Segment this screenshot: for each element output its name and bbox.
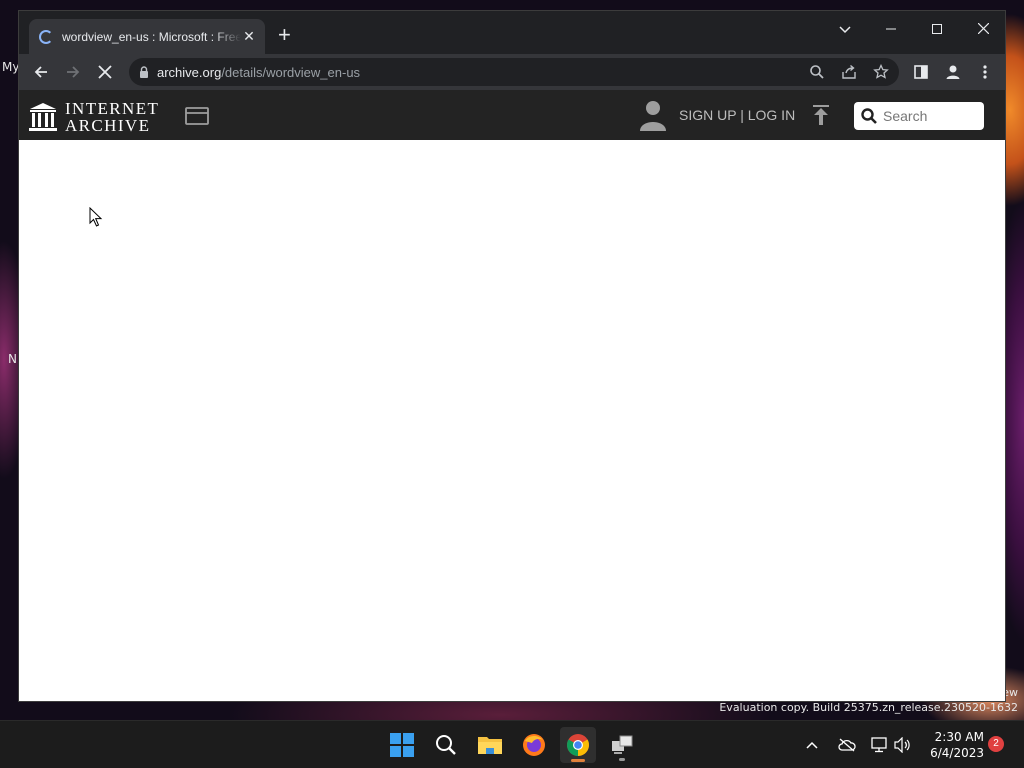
taskbar: 2:30 AM 6/4/2023 bbox=[0, 720, 1024, 768]
desktop-icon-label[interactable]: N bbox=[8, 352, 17, 366]
tab-title: wordview_en-us : Microsoft : Free Downlo… bbox=[62, 29, 241, 44]
upload-icon bbox=[813, 105, 829, 125]
side-panel-icon bbox=[914, 65, 928, 79]
archive-building-icon bbox=[29, 103, 57, 131]
chevron-down-icon bbox=[839, 26, 851, 34]
clock-date: 6/4/2023 bbox=[930, 746, 984, 760]
firefox-icon bbox=[523, 734, 545, 756]
search-page-icon[interactable] bbox=[809, 64, 825, 80]
menu-button[interactable] bbox=[973, 60, 997, 84]
desktop-icon-label[interactable]: My bbox=[2, 60, 19, 74]
loading-spinner-icon bbox=[39, 29, 53, 44]
search-input[interactable] bbox=[883, 108, 983, 124]
network-status-button[interactable] bbox=[870, 721, 888, 768]
browser-toolbar: archive.org/details/wordview_en-us bbox=[19, 54, 1005, 90]
ia-top-nav: INTERNET ARCHIVE SIGN UP | LOG IN bbox=[19, 90, 1005, 140]
firefox-button[interactable] bbox=[516, 727, 552, 763]
network-computer-icon bbox=[612, 735, 633, 754]
tray-overflow-button[interactable] bbox=[806, 721, 818, 768]
url-text: archive.org/details/wordview_en-us bbox=[157, 64, 361, 80]
browser-window: wordview_en-us : Microsoft : Free Downlo… bbox=[18, 10, 1006, 702]
clock[interactable]: 2:30 AM 6/4/2023 bbox=[920, 729, 984, 761]
web-archive-icon bbox=[185, 107, 209, 125]
close-icon bbox=[977, 22, 989, 35]
share-icon[interactable] bbox=[841, 64, 857, 80]
side-panel-button[interactable] bbox=[909, 60, 933, 84]
upload-button[interactable] bbox=[813, 105, 829, 130]
back-arrow-icon bbox=[34, 66, 47, 78]
ia-logo-text: INTERNET ARCHIVE bbox=[65, 99, 160, 135]
ia-logo[interactable]: INTERNET ARCHIVE bbox=[29, 100, 159, 134]
start-button[interactable] bbox=[384, 727, 420, 763]
file-explorer-button[interactable] bbox=[472, 727, 508, 763]
back-button[interactable] bbox=[29, 60, 53, 84]
profile-button[interactable] bbox=[941, 60, 965, 84]
folder-icon bbox=[478, 737, 502, 754]
evaluation-watermark: Evaluation copy. Build 25375.zn_release.… bbox=[719, 701, 1018, 714]
network-app-button[interactable] bbox=[604, 727, 640, 763]
minimize-button[interactable] bbox=[869, 15, 913, 43]
notification-badge[interactable]: 2 bbox=[988, 736, 1004, 752]
chrome-button[interactable] bbox=[560, 727, 596, 763]
profile-icon bbox=[946, 65, 960, 79]
media-menu-button[interactable] bbox=[185, 107, 209, 130]
close-window-button[interactable] bbox=[961, 15, 1005, 43]
forward-button[interactable] bbox=[61, 60, 85, 84]
maximize-icon bbox=[932, 24, 942, 34]
mouse-cursor-icon bbox=[89, 207, 103, 227]
windows-logo-icon bbox=[390, 733, 414, 757]
address-bar[interactable]: archive.org/details/wordview_en-us bbox=[129, 58, 899, 86]
tab-strip: wordview_en-us : Microsoft : Free Downlo… bbox=[19, 11, 1005, 54]
cloud-offline-icon bbox=[838, 738, 856, 752]
tab-close-icon[interactable]: ✕ bbox=[241, 28, 257, 45]
browser-tab[interactable]: wordview_en-us : Microsoft : Free Downlo… bbox=[29, 19, 265, 54]
taskbar-search-button[interactable] bbox=[428, 727, 464, 763]
volume-button[interactable] bbox=[894, 721, 912, 768]
network-icon bbox=[871, 737, 887, 753]
search-icon bbox=[436, 735, 456, 755]
new-tab-button[interactable]: + bbox=[278, 24, 291, 46]
running-app-indicator bbox=[619, 758, 625, 761]
stop-icon bbox=[98, 65, 112, 79]
stop-loading-button[interactable] bbox=[93, 60, 117, 84]
tab-search-button[interactable] bbox=[823, 15, 867, 43]
signup-login-link[interactable]: SIGN UP | LOG IN bbox=[679, 107, 795, 123]
chevron-up-icon bbox=[806, 741, 818, 749]
more-vertical-icon bbox=[983, 65, 987, 79]
site-search-box[interactable] bbox=[854, 102, 984, 130]
lock-icon bbox=[140, 66, 148, 78]
user-avatar[interactable] bbox=[639, 99, 667, 136]
onedrive-button[interactable] bbox=[838, 721, 856, 768]
maximize-button[interactable] bbox=[915, 15, 959, 43]
volume-icon bbox=[894, 737, 910, 753]
minimize-icon bbox=[886, 28, 896, 30]
clock-time: 2:30 AM bbox=[934, 730, 984, 744]
forward-arrow-icon bbox=[67, 66, 80, 78]
user-icon bbox=[640, 101, 666, 131]
page-content-blank bbox=[19, 140, 1005, 701]
active-app-indicator bbox=[571, 759, 585, 762]
bookmark-star-icon[interactable] bbox=[873, 64, 889, 80]
chrome-icon bbox=[567, 734, 589, 756]
search-icon bbox=[861, 108, 877, 124]
